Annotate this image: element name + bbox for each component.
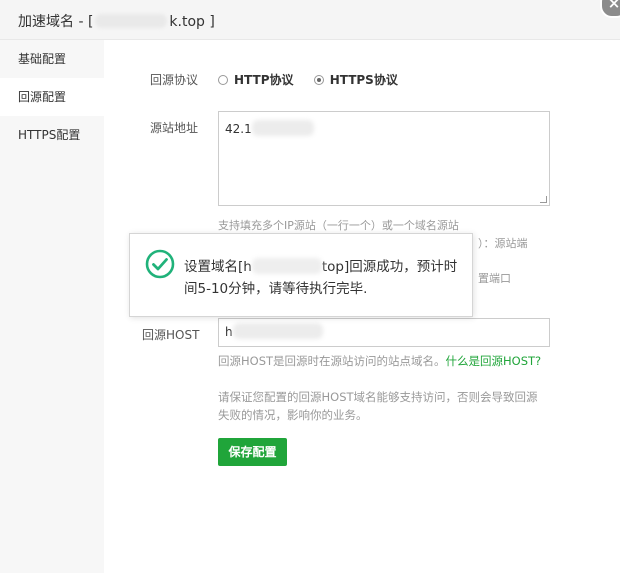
origin-address-redacted [251,120,314,136]
sidebar-item-label: 回源配置 [18,90,67,104]
check-circle-icon [145,249,175,279]
origin-address-textarea[interactable]: 42.1 [218,111,550,206]
radio-http-label: HTTP协议 [234,73,294,87]
origin-address-label: 源站地址 [150,121,199,135]
sidebar-item-label: HTTPS配置 [18,128,81,142]
protocol-radio-group: HTTP协议 HTTPS协议 [218,71,414,88]
origin-hint-line-1: 支持填充多个IP源站（一行一个）或一个域名源站 [218,219,459,232]
radio-https-label: HTTPS协议 [329,73,398,87]
title-prefix: 加速域名 - [ [18,14,94,30]
host-warning-text: 请保证您配置的回源HOST域名能够支持访问，否则会导致回源失败的情况，影响你的业… [218,390,538,422]
host-input-redacted [232,323,323,339]
what-is-host-link[interactable]: 什么是回源HOST? [446,354,542,368]
sidebar-item-label: 基础配置 [18,52,67,66]
origin-hint-line-2: ）：源站端 [478,237,528,250]
protocol-label: 回源协议 [150,73,199,87]
sidebar-item-basic-config[interactable]: 基础配置 [0,40,104,78]
close-button[interactable]: × [600,0,620,18]
dialog-titlebar: 加速域名 - [ k.top ] × [0,0,620,40]
toast-text-prefix: 设置域名[h [184,259,252,275]
sidebar-item-origin-config[interactable]: 回源配置 [0,78,104,116]
close-icon: × [607,0,620,12]
resize-handle[interactable] [540,196,547,203]
success-toast: 设置域名[h top]回源成功，预计时间5-10分钟，请等待执行完毕. [129,233,473,317]
origin-address-value: 42.1 [225,122,252,136]
host-input[interactable]: h [218,318,550,347]
save-config-button[interactable]: 保存配置 [218,438,287,466]
host-help-description: 回源HOST是回源时在源站访问的站点域名。 [218,354,446,368]
radio-http-circle[interactable] [218,75,228,85]
host-input-value: h [225,325,233,339]
radio-https[interactable]: HTTPS协议 [313,73,398,87]
sidebar-item-https-config[interactable]: HTTPS配置 [0,116,104,154]
title-redacted-domain [95,14,168,28]
radio-http[interactable]: HTTP协议 [218,73,294,87]
host-help-text: 回源HOST是回源时在源站访问的站点域名。什么是回源HOST? [218,352,548,370]
host-label: 回源HOST [142,328,200,342]
toast-redacted-domain [251,258,322,274]
toast-message: 设置域名[h top]回源成功，预计时间5-10分钟，请等待执行完毕. [184,256,464,300]
title-suffix: k.top ] [169,14,215,30]
dialog-title: 加速域名 - [ k.top ] [18,11,215,31]
origin-hint-line-3: 置端口 [478,272,511,285]
radio-https-circle[interactable] [313,75,324,85]
sidebar: 基础配置 回源配置 HTTPS配置 [0,40,104,573]
